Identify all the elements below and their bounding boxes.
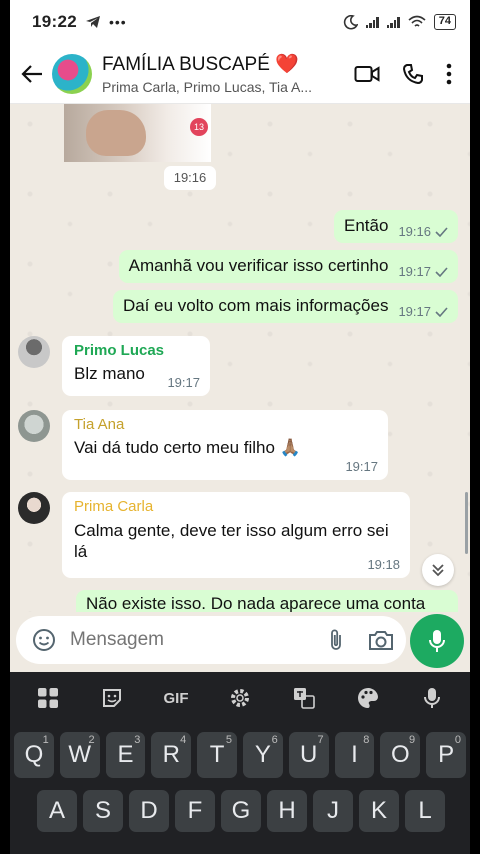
message-input-container[interactable]	[16, 616, 406, 664]
key-d[interactable]: D	[129, 790, 169, 832]
video-call-icon[interactable]	[354, 64, 380, 84]
message-time: 19:17	[345, 459, 378, 474]
key-j[interactable]: J	[313, 790, 353, 832]
translate-icon[interactable]	[284, 678, 324, 718]
key-a[interactable]: A	[37, 790, 77, 832]
incoming-message[interactable]: Tia Ana Vai dá tudo certo meu filho 🙏🏽 1…	[62, 410, 388, 480]
apps-icon[interactable]	[28, 678, 68, 718]
avatar[interactable]	[18, 410, 50, 442]
keyboard-mic-icon[interactable]	[412, 678, 452, 718]
key-y[interactable]: Y6	[242, 732, 283, 778]
battery-indicator: 74	[433, 14, 456, 30]
key-r[interactable]: R4	[151, 732, 192, 778]
check-icon	[435, 266, 448, 277]
wifi-icon	[408, 15, 426, 27]
sticker-icon[interactable]	[92, 678, 132, 718]
group-avatar[interactable]	[52, 53, 92, 94]
chat-participants: Prima Carla, Primo Lucas, Tia A...	[102, 79, 313, 95]
message-time: 19:17	[398, 304, 431, 319]
message-text: Calma gente, deve ter isso algum erro se…	[74, 521, 389, 561]
more-options-icon[interactable]	[446, 63, 452, 85]
outgoing-message[interactable]: Amanhã vou verificar isso certinho 19:17	[118, 250, 458, 283]
message-text: Não existe isso. Do nada aparece uma con…	[86, 594, 426, 612]
message-time: 19:17	[167, 375, 200, 390]
sender-name: Tia Ana	[74, 416, 125, 433]
keyboard-toolbar: GIF	[10, 672, 470, 724]
sender-name: Prima Carla	[74, 498, 154, 515]
key-t[interactable]: T5	[197, 732, 237, 778]
message-time: 19:16	[398, 224, 431, 239]
key-i[interactable]: I8	[334, 732, 375, 778]
settings-icon[interactable]	[220, 678, 260, 718]
message-text: Amanhã vou verificar isso certinho	[128, 256, 389, 275]
keyboard-row-2: A S D F G H J K L	[10, 790, 470, 832]
message-time: 19:17	[398, 264, 431, 279]
chevron-double-down-icon	[432, 564, 444, 577]
key-f[interactable]: F	[175, 790, 215, 832]
chat-header: FAMÍLIA BUSCAPÉ ❤️ Prima Carla, Primo Lu…	[10, 44, 470, 104]
signal-icon	[365, 16, 379, 28]
screen: 19:22 ••• 74 FAMÍLIA BUSCAPÉ ❤️ Prima Ca…	[10, 0, 470, 854]
image-timestamp: 19:16	[164, 166, 216, 190]
key-l[interactable]: L	[405, 790, 445, 832]
back-button[interactable]	[14, 64, 50, 84]
emoji-sticker-icon[interactable]	[32, 628, 56, 652]
message-text: Daí eu volto com mais informações	[122, 296, 389, 315]
telegram-icon	[85, 16, 100, 28]
avatar[interactable]	[18, 492, 50, 524]
key-s[interactable]: S	[83, 790, 123, 832]
moon-icon	[343, 14, 358, 29]
key-w[interactable]: W2	[59, 732, 100, 778]
key-k[interactable]: K	[359, 790, 399, 832]
more-notifications-icon: •••	[108, 14, 127, 30]
avatar[interactable]	[18, 336, 50, 368]
scrollbar[interactable]	[465, 492, 468, 554]
message-list[interactable]: 13 19:16 Então 19:16 Amanhã vou verifica…	[10, 104, 470, 612]
key-q[interactable]: Q1	[14, 732, 54, 778]
incoming-message[interactable]: Prima Carla Calma gente, deve ter isso a…	[62, 492, 410, 578]
key-g[interactable]: G	[221, 790, 261, 832]
voice-record-button[interactable]	[410, 614, 464, 668]
arrow-left-icon	[21, 64, 42, 83]
attach-icon[interactable]	[328, 628, 344, 652]
keyboard: GIF Q1 W2 E3 R4 T5 Y6 U7 I8 O9 P0 A S D …	[10, 672, 470, 854]
sender-name: Primo Lucas	[74, 342, 165, 359]
palette-icon[interactable]	[348, 678, 388, 718]
composer	[10, 612, 470, 672]
incoming-message[interactable]: Primo Lucas Blz mano 19:17	[62, 336, 210, 396]
chat-title: FAMÍLIA BUSCAPÉ ❤️	[102, 54, 299, 75]
chat-title-area[interactable]: FAMÍLIA BUSCAPÉ ❤️ Prima Carla, Primo Lu…	[102, 52, 317, 95]
outgoing-message[interactable]: Daí eu volto com mais informações 19:17	[112, 290, 458, 323]
camera-icon[interactable]	[368, 629, 394, 651]
message-text: Vai dá tudo certo meu filho 🙏🏽	[74, 438, 301, 457]
status-time: 19:22	[32, 12, 77, 31]
message-text: Então	[344, 216, 389, 235]
gif-button[interactable]: GIF	[156, 678, 196, 718]
key-p[interactable]: P0	[426, 732, 466, 778]
outgoing-message[interactable]: Não existe isso. Do nada aparece uma con…	[76, 590, 458, 612]
signal-icon	[386, 16, 400, 28]
check-icon	[435, 226, 448, 237]
message-input[interactable]	[70, 629, 300, 651]
outgoing-message[interactable]: Então 19:16	[334, 210, 458, 243]
key-e[interactable]: E3	[105, 732, 146, 778]
key-h[interactable]: H	[267, 790, 307, 832]
key-u[interactable]: U7	[288, 732, 329, 778]
keyboard-row-1: Q1 W2 E3 R4 T5 Y6 U7 I8 O9 P0	[10, 732, 470, 778]
check-icon	[435, 306, 448, 317]
message-time: 19:18	[367, 557, 400, 572]
voice-call-icon[interactable]	[402, 63, 424, 85]
mic-icon	[429, 630, 445, 652]
scroll-to-bottom-button[interactable]	[422, 554, 454, 586]
image-message[interactable]: 13	[64, 104, 211, 162]
status-bar: 19:22 ••• 74	[10, 0, 470, 44]
key-o[interactable]: O9	[380, 732, 421, 778]
